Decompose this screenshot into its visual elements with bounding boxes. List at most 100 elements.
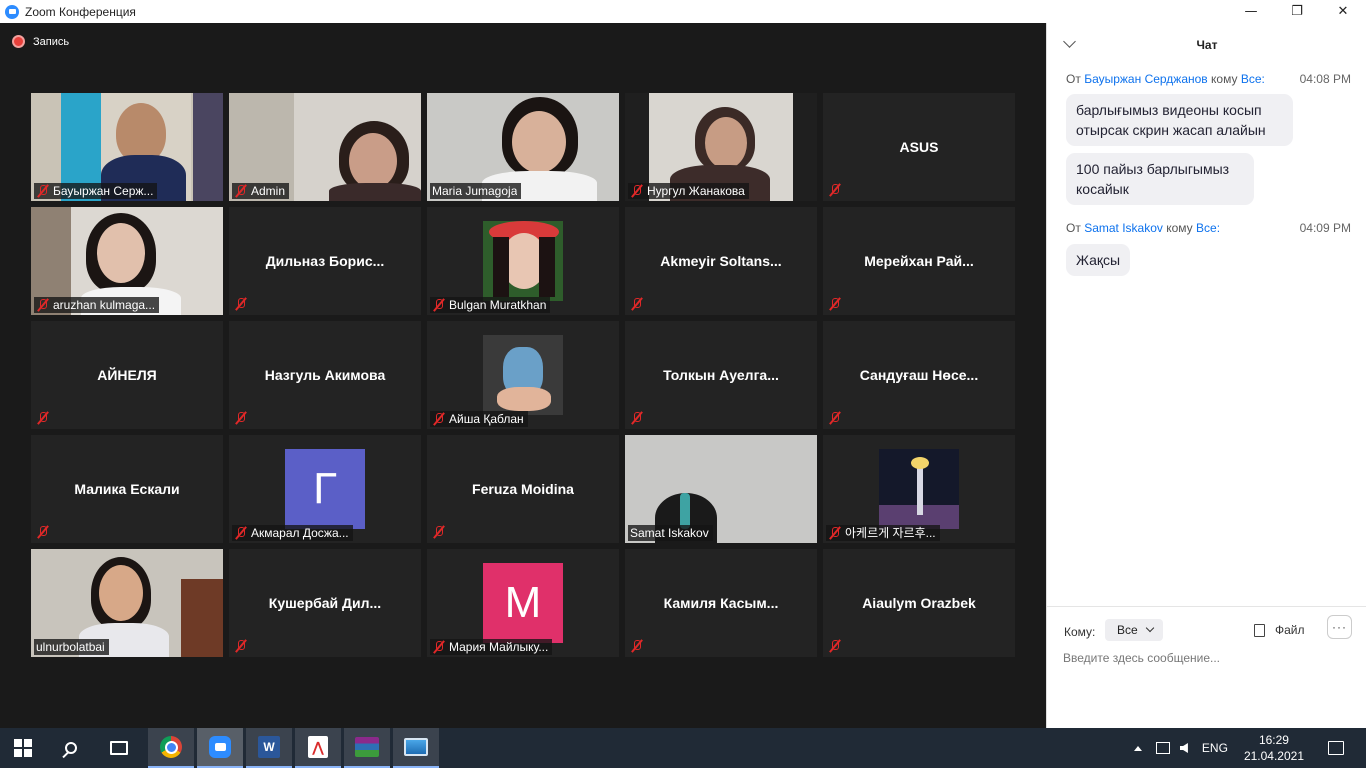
to-label: Кому: [1064,625,1096,639]
taskbar-chrome[interactable] [148,728,194,768]
participant-tile[interactable]: Дильназ Борис... [229,207,421,315]
participant-name: Bulgan Muratkhan [449,298,547,312]
chat-recipient[interactable]: Все: [1241,72,1265,86]
participant-tile[interactable]: Г Акмарал Досжа... [229,435,421,543]
participant-tile[interactable]: Сандуғаш Нөсе... [823,321,1015,429]
chevron-down-icon[interactable] [1063,35,1076,48]
participant-tile[interactable]: 아케르게 자르후... [823,435,1015,543]
participant-tile[interactable]: M Мария Майлыку... [427,549,619,657]
close-button[interactable]: ✕ [1320,0,1366,23]
chat-header: Чат [1047,23,1366,67]
recording-indicator[interactable]: Запись [12,35,69,48]
participant-tile[interactable]: Нургул Жанакова [625,93,817,201]
chat-sender[interactable]: Samat Iskakov [1084,221,1163,235]
windows-taskbar: W ⋀ ENG 16:29 21.04.2021 [0,728,1366,768]
muted-mic-icon [432,640,446,654]
chat-bubble[interactable]: 100 пайыз барлыгымыз косайык [1066,153,1254,205]
participant-name-label: Maria Jumagoja [430,183,522,199]
zoom-icon [209,736,231,758]
participant-tile[interactable]: Толкын Ауелга... [625,321,817,429]
chat-recipient[interactable]: Все: [1196,221,1220,235]
volume-icon[interactable] [1179,743,1188,753]
participant-tile[interactable]: Айша Қаблан [427,321,619,429]
muted-mic-icon [234,184,248,198]
participant-tile[interactable]: Малика Ескали [31,435,223,543]
participant-name: Нургул Жанакова [647,184,745,198]
gallery-view: Запись Бауыржан Серж... Admin Maria Jumago… [0,23,1046,728]
chat-title: Чат [1196,38,1218,52]
participant-tile[interactable]: Maria Jumagoja [427,93,619,201]
chat-message-meta: От Samat Iskakov кому Все: 04:09 PM [1066,221,1351,235]
taskbar-winrar[interactable] [344,728,390,768]
from-prefix: От [1066,221,1081,235]
participant-name: Акмарал Досжа... [251,526,349,540]
chat-message-meta: От Бауыржан Серджанов кому Все: 04:08 PM [1066,72,1351,86]
start-button[interactable] [0,728,46,768]
network-icon[interactable] [1155,742,1170,754]
muted-mic-icon [828,297,842,311]
participant-name: Дильназ Борис... [265,253,385,269]
participant-tile[interactable]: ulnurbolatbai [31,549,223,657]
minimize-button[interactable]: — [1228,0,1274,23]
clock[interactable]: 16:29 21.04.2021 [1244,732,1304,764]
chat-bubble[interactable]: барлығымыз видеоны косып отырсак скрин ж… [1066,94,1293,146]
notifications-icon[interactable] [1328,741,1344,755]
chat-bubble[interactable]: Жақсы [1066,244,1131,276]
muted-mic-icon [432,412,446,426]
participant-name-label: 아케르게 자르후... [826,525,940,541]
participant-name-label: Мария Майлыку... [430,639,553,655]
participant-tile[interactable]: Назгуль Акимова [229,321,421,429]
pdf-icon: ⋀ [308,736,328,758]
participant-tile[interactable]: Бауыржан Серж... [31,93,223,201]
participant-name: Мерейхан Рай... [864,253,974,269]
message-input[interactable] [1063,651,1353,665]
participant-tile[interactable]: Feruza Moidina [427,435,619,543]
window-controls: — ❐ ✕ [1228,0,1366,23]
participant-tile[interactable]: Samat Iskakov [625,435,817,543]
file-button[interactable]: Файл [1254,619,1305,641]
clock-time: 16:29 [1258,733,1289,747]
muted-mic-icon [828,411,842,425]
participant-tile[interactable]: Akmeyir Soltans... [625,207,817,315]
language-indicator[interactable]: ENG [1202,741,1228,755]
more-options-button[interactable]: ··· [1327,615,1352,639]
participant-tile[interactable]: Камиля Касым... [625,549,817,657]
participant-tile[interactable]: Admin [229,93,421,201]
participant-name: Толкын Ауелга... [663,367,779,383]
participant-tile[interactable]: aruzhan kulmaga... [31,207,223,315]
participant-name: Feruza Moidina [472,481,574,497]
participant-tile[interactable]: Aiaulym Orazbek [823,549,1015,657]
zoom-app-icon [5,4,19,19]
participant-grid: Бауыржан Серж... Admin Maria Jumagoja Нургу… [31,93,1015,657]
maximize-button[interactable]: ❐ [1274,0,1320,23]
participant-name: Admin [251,184,286,198]
taskbar-acrobat[interactable]: ⋀ [295,728,341,768]
participant-name-label: Admin [232,183,290,199]
system-tray: ENG 16:29 21.04.2021 [1133,728,1366,768]
participant-name: aruzhan kulmaga... [53,298,156,312]
participant-tile[interactable]: Мерейхан Рай... [823,207,1015,315]
chevron-up-icon[interactable] [1133,745,1142,751]
participant-name: Кушербай Дил... [268,595,382,611]
from-prefix: От [1066,72,1081,86]
recording-label: Запись [33,35,70,48]
to-prefix: кому [1211,72,1238,86]
taskbar-zoom[interactable] [197,728,243,768]
taskbar-image-viewer[interactable] [393,728,439,768]
participant-tile[interactable]: АЙНЕЛЯ [31,321,223,429]
chat-sender[interactable]: Бауыржан Серджанов [1084,72,1208,86]
recipient-select[interactable]: Все [1105,619,1163,641]
taskbar-word[interactable]: W [246,728,292,768]
participant-name-label: Нургул Жанакова [628,183,749,199]
participant-tile[interactable]: Кушербай Дил... [229,549,421,657]
task-view-button[interactable] [96,728,142,768]
participant-name: Akmeyir Soltans... [660,253,782,269]
muted-mic-icon [432,298,446,312]
participant-name: Бауыржан Серж... [53,184,154,198]
recipient-value: Все [1117,623,1138,637]
participant-tile[interactable]: ASUS [823,93,1015,201]
participant-tile[interactable]: Bulgan Muratkhan [427,207,619,315]
participant-name-label: ulnurbolatbai [34,639,109,655]
search-button[interactable] [48,728,94,768]
zoom-window: Zoom Конференция — ❐ ✕ Запись Бауыржан С… [0,0,1366,728]
